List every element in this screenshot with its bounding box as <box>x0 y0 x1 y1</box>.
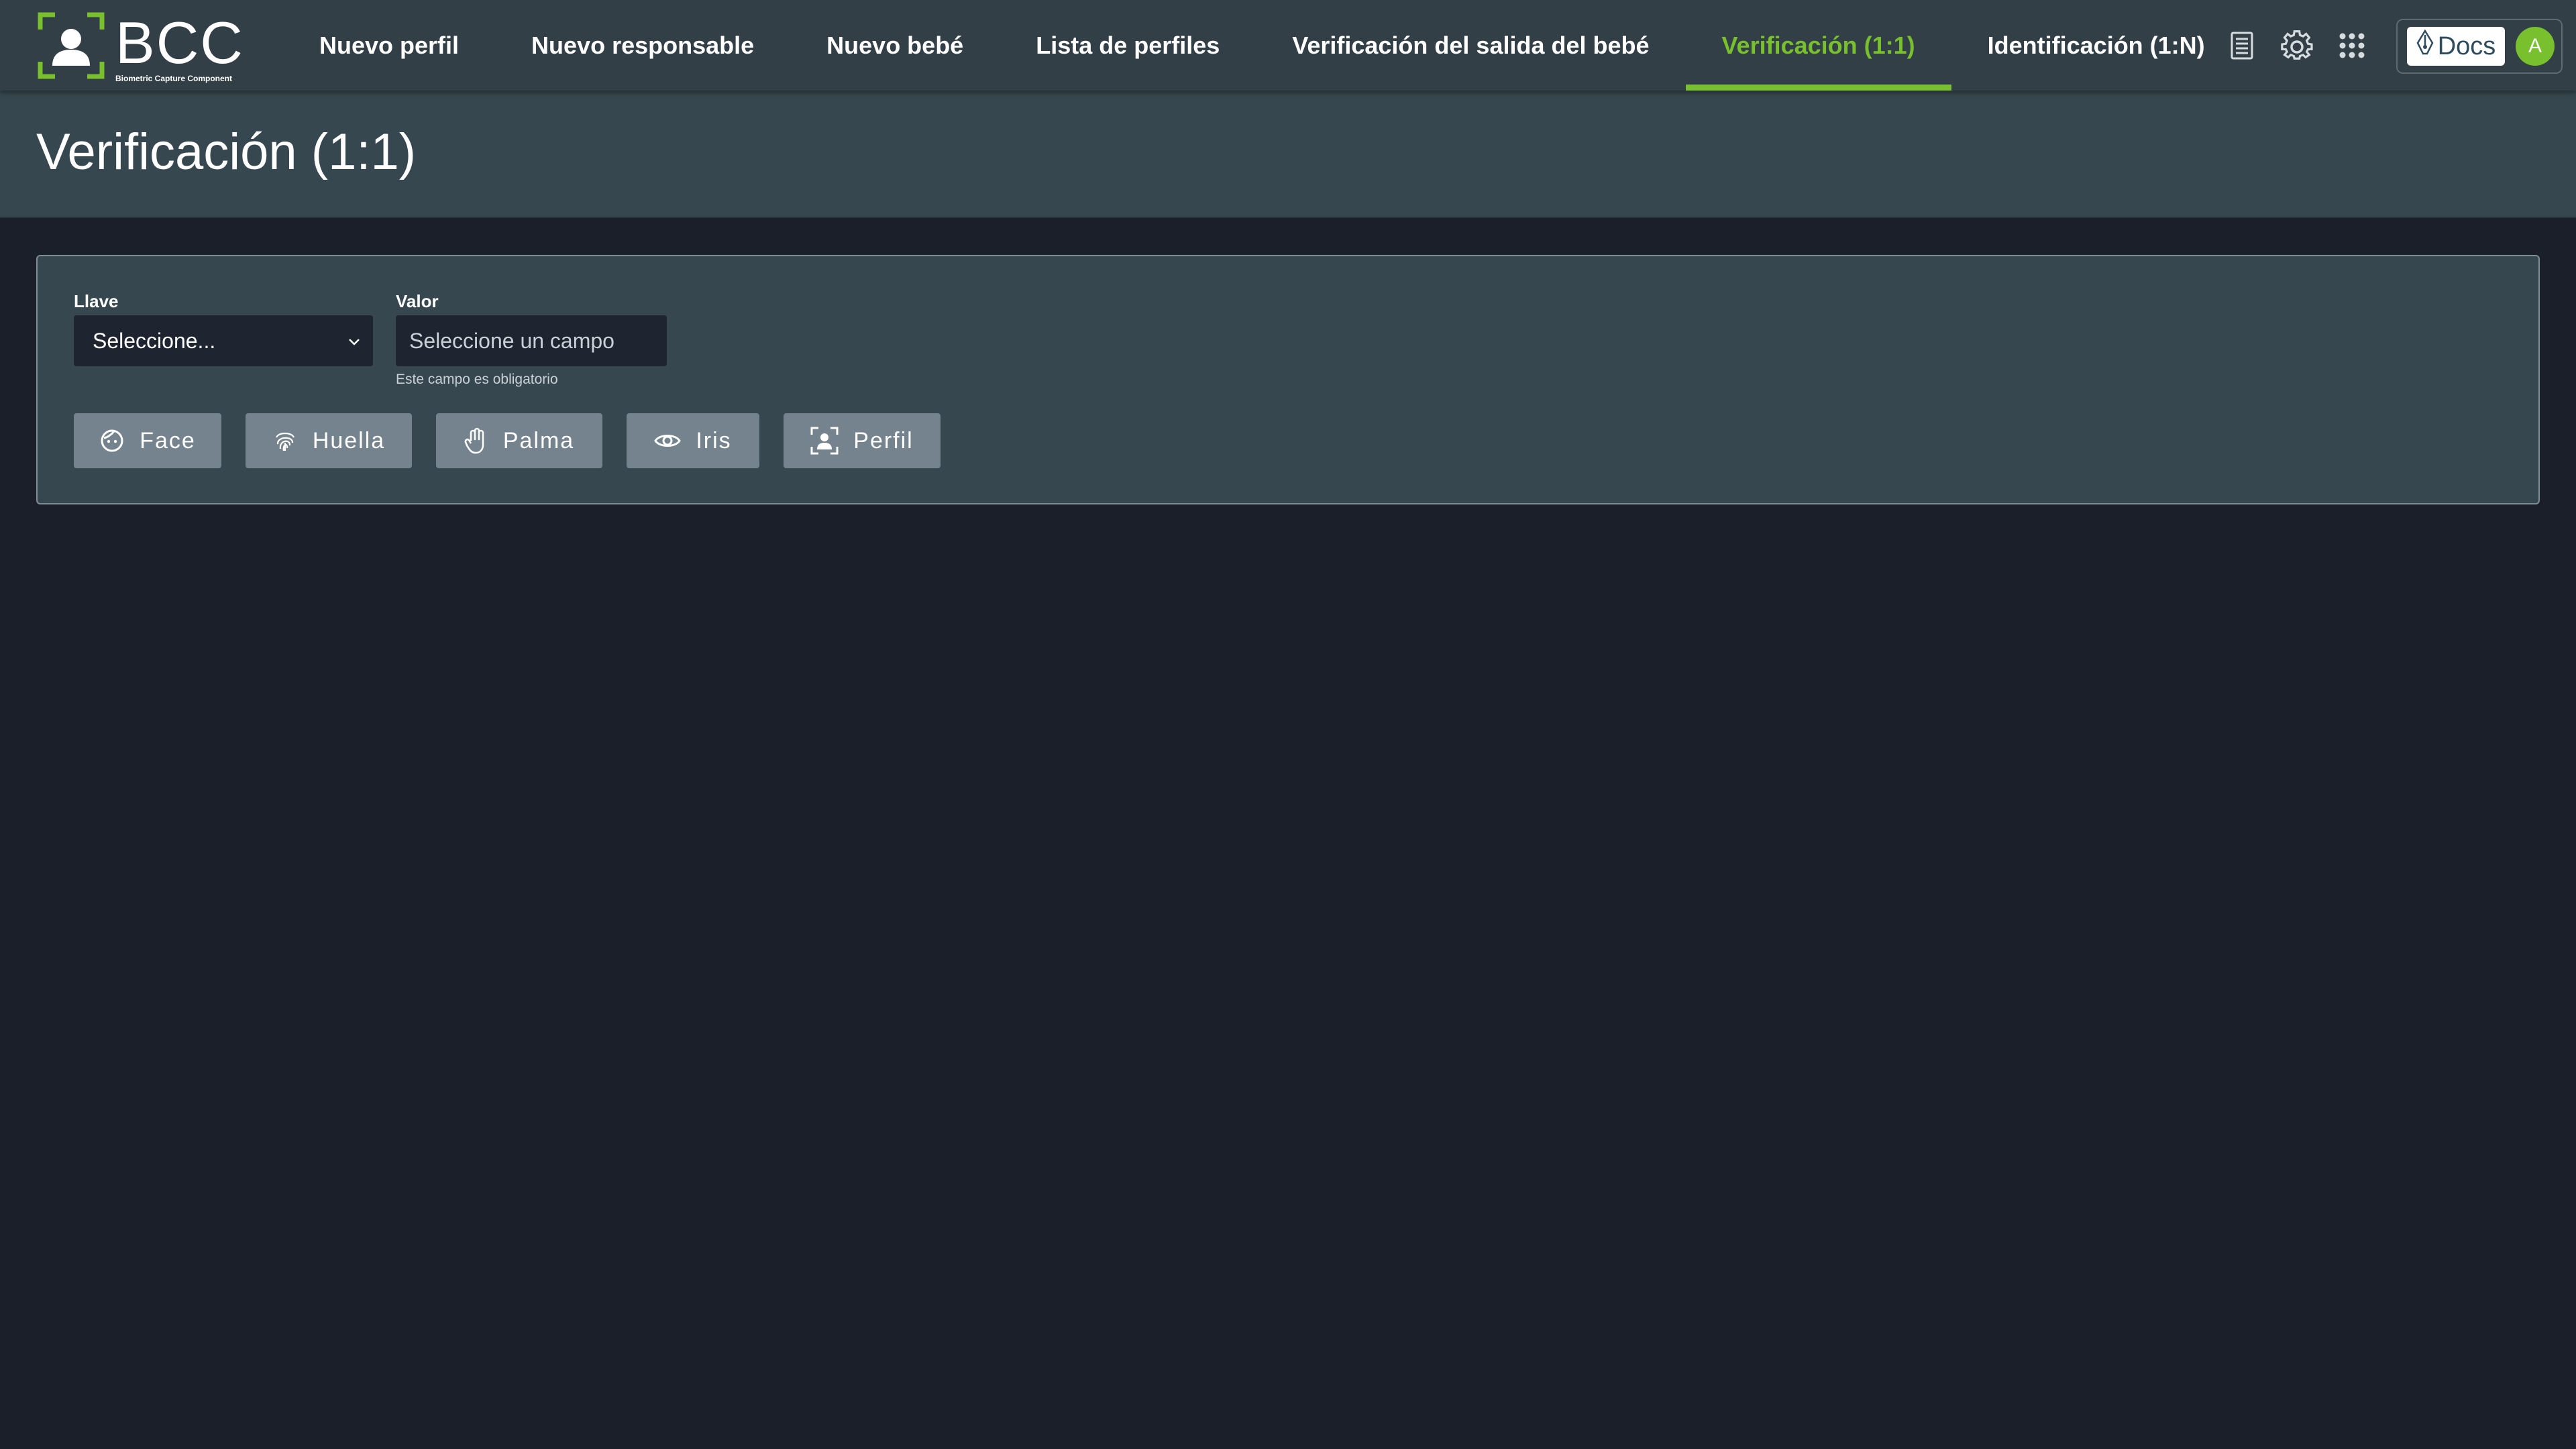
page-title: Verificación (1:1) <box>36 123 417 180</box>
bcc-logo[interactable]: BCC Biometric Capture Component <box>38 9 246 83</box>
value-field-label: Valor <box>396 291 439 311</box>
nav-item-nuevo-perfil[interactable]: Nuevo perfil <box>283 0 495 91</box>
key-select-value: Seleccione... <box>93 328 216 353</box>
logo-subtitle: Biometric Capture Component <box>115 74 233 83</box>
nav-icon-group <box>2224 0 2369 91</box>
profile-scan-icon <box>810 427 839 455</box>
eye-icon <box>654 431 682 450</box>
palma-button-label: Palma <box>502 427 575 453</box>
nav-item-verificacion-1-1[interactable]: Verificación (1:1) <box>1685 0 1951 91</box>
face-button-label: Face <box>140 427 196 453</box>
iris-button-label: Iris <box>696 427 732 453</box>
verification-form-card: Llave Seleccione... Valor Este campo es … <box>36 255 2540 504</box>
key-select[interactable]: Seleccione... <box>74 315 373 366</box>
docs-button[interactable]: Docs <box>2407 27 2505 66</box>
required-help-text: Este campo es obligatorio <box>396 372 558 387</box>
main-nav: Nuevo perfil Nuevo responsable Nuevo beb… <box>283 0 2241 91</box>
nav-item-nuevo-responsable[interactable]: Nuevo responsable <box>495 0 790 91</box>
gear-icon[interactable] <box>2279 28 2314 63</box>
nav-item-identificacion-1-n[interactable]: Identificación (1:N) <box>1951 0 2241 91</box>
face-button[interactable]: Face <box>74 413 221 468</box>
avatar[interactable]: A <box>2516 27 2555 66</box>
fingerprint-icon <box>272 428 298 453</box>
value-input[interactable] <box>396 315 667 366</box>
pen-nib-icon <box>2416 29 2434 63</box>
nav-item-verificacion-salida-bebe[interactable]: Verificación del salida del bebé <box>1256 0 1685 91</box>
face-icon <box>99 428 125 453</box>
nav-item-nuevo-bebe[interactable]: Nuevo bebé <box>790 0 1000 91</box>
palm-icon <box>464 427 488 454</box>
apps-grid-icon[interactable] <box>2334 28 2369 63</box>
user-menu: Docs A <box>2396 19 2563 74</box>
docs-label: Docs <box>2437 32 2496 60</box>
logo-title: BCC <box>115 9 244 76</box>
palma-button[interactable]: Palma <box>436 413 602 468</box>
iris-button[interactable]: Iris <box>627 413 759 468</box>
document-icon[interactable] <box>2224 28 2259 63</box>
huella-button[interactable]: Huella <box>246 413 412 468</box>
biometric-button-row: Face Huella Palma Iris Perfil <box>74 413 941 468</box>
perfil-button[interactable]: Perfil <box>784 413 941 468</box>
top-navigation-bar: BCC Biometric Capture Component Nuevo pe… <box>0 0 2576 91</box>
nav-item-lista-de-perfiles[interactable]: Lista de perfiles <box>1000 0 1256 91</box>
huella-button-label: Huella <box>312 427 386 453</box>
chevron-down-icon <box>345 331 364 350</box>
page-header: Verificación (1:1) <box>0 91 2576 218</box>
perfil-button-label: Perfil <box>853 427 914 453</box>
person-frame-icon <box>38 12 105 79</box>
key-field-label: Llave <box>74 291 119 311</box>
